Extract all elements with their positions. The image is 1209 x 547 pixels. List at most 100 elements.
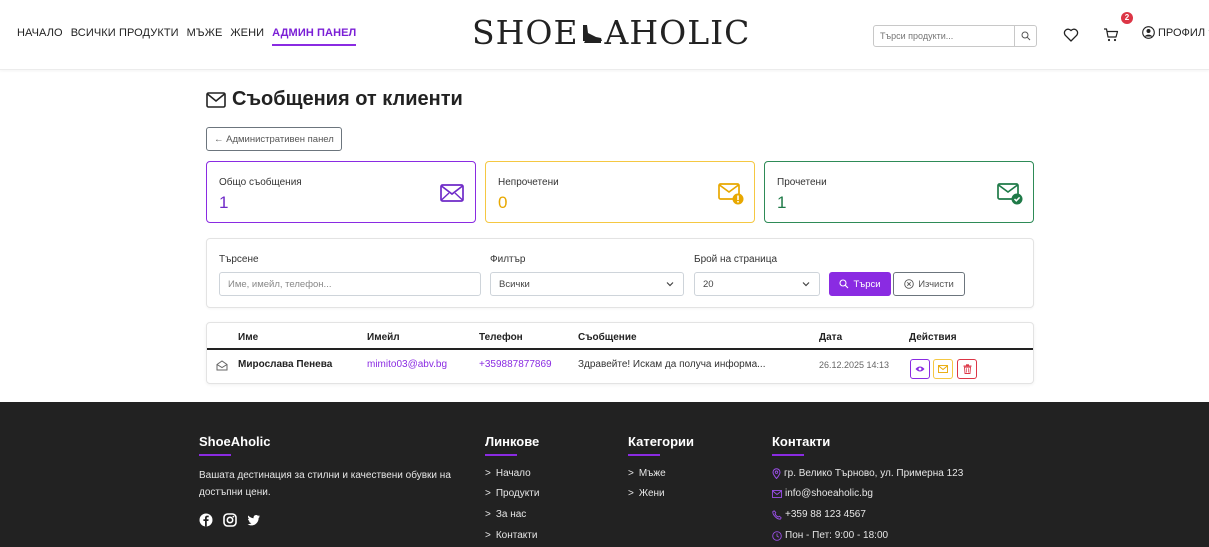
chevron-right-icon: >: [485, 530, 491, 541]
stat-total-label: Общо съобщения: [219, 177, 302, 188]
search-button-label: Търси: [853, 278, 881, 290]
envelope-icon: [440, 184, 464, 202]
th-actions: Действия: [909, 332, 957, 343]
envelope-open-icon: [216, 360, 228, 371]
clear-button[interactable]: Изчисти: [893, 272, 965, 296]
site-footer: ShoeAholic Вашата дестинация за стилни и…: [0, 402, 1209, 547]
map-pin-icon: [772, 468, 781, 479]
nav-link-men[interactable]: МЪЖЕ: [187, 27, 223, 46]
footer-phone[interactable]: +359 88 123 4567: [772, 509, 866, 520]
footer-email[interactable]: info@shoeaholic.bg: [772, 488, 873, 499]
filter-select[interactable]: Всички: [490, 272, 684, 296]
table-header: Име Имейл Телефон Съобщение Дата Действи…: [207, 323, 1033, 350]
footer-category-women-label: Жени: [638, 488, 665, 499]
page-title-text: Съобщения от клиенти: [232, 88, 463, 110]
chevron-right-icon: >: [485, 509, 491, 520]
filter-panel: Търсене Име, имейл, телефон... Филтър Вс…: [206, 238, 1034, 308]
footer-link-products[interactable]: > Продукти: [485, 488, 539, 499]
top-navbar: НАЧАЛО ВСИЧКИ ПРОДУКТИ МЪЖЕ ЖЕНИ АДМИН П…: [0, 0, 1209, 70]
view-message-button[interactable]: [910, 359, 930, 379]
row-email[interactable]: mimito03@abv.bg: [367, 359, 447, 370]
footer-link-about-label: За нас: [495, 509, 527, 520]
messages-table: Име Имейл Телефон Съобщение Дата Действи…: [206, 322, 1034, 384]
cart-count-badge: 2: [1121, 12, 1133, 24]
profile-menu[interactable]: ПРОФИЛ: [1142, 26, 1209, 39]
search-button[interactable]: Търси: [829, 272, 891, 296]
footer-hours: Пон - Пет: 9:00 - 18:00: [772, 530, 888, 541]
row-message: Здравейте! Искам да получа информа...: [578, 359, 766, 370]
logo-text-right: AHOLIC: [604, 13, 751, 52]
chevron-right-icon: >: [628, 488, 634, 499]
footer-brand-text-2: достъпни цени.: [199, 487, 271, 498]
back-to-admin-button[interactable]: ← Административен панел: [206, 127, 342, 151]
stat-unread-label: Непрочетени: [498, 177, 559, 188]
logo-text-left: SHOE: [472, 13, 579, 52]
facebook-icon[interactable]: [199, 513, 213, 527]
clear-button-label: Изчисти: [918, 278, 954, 290]
footer-category-men[interactable]: > Мъже: [628, 468, 666, 479]
envelope-check-icon: [997, 183, 1023, 205]
stat-read-label: Прочетени: [777, 177, 827, 188]
th-email: Имейл: [367, 332, 400, 343]
per-page-select[interactable]: 20: [694, 272, 820, 296]
product-search-button[interactable]: [1014, 26, 1036, 46]
envelope-icon: [938, 365, 948, 373]
chevron-right-icon: >: [485, 468, 491, 479]
page-title: Съобщения от клиенти: [206, 88, 463, 111]
cart-icon[interactable]: [1103, 27, 1119, 43]
profile-label: ПРОФИЛ: [1158, 26, 1206, 39]
nav-link-women[interactable]: ЖЕНИ: [230, 27, 264, 46]
chevron-down-icon: [666, 282, 674, 287]
chevron-down-icon: [802, 282, 810, 287]
search-label: Търсене: [219, 254, 259, 265]
footer-category-women[interactable]: > Жени: [628, 488, 665, 499]
x-circle-icon: [904, 279, 914, 289]
footer-link-home[interactable]: > Начало: [485, 468, 531, 479]
footer-brand-title: ShoeAholic: [199, 434, 271, 456]
row-phone[interactable]: +359887877869: [479, 359, 552, 370]
footer-link-products-label: Продукти: [495, 488, 540, 499]
footer-link-contacts[interactable]: > Контакти: [485, 530, 537, 541]
footer-links-title: Линкове: [485, 434, 540, 456]
footer-link-contacts-label: Контакти: [495, 530, 538, 541]
filter-label: Филтър: [490, 254, 526, 265]
phone-icon: [772, 509, 782, 520]
mark-unread-button[interactable]: [933, 359, 953, 379]
envelope-exclamation-icon: [718, 183, 744, 205]
stat-read-value: 1: [777, 193, 787, 212]
instagram-icon[interactable]: [223, 513, 237, 527]
search-icon: [1021, 31, 1030, 41]
th-message: Съобщение: [578, 332, 637, 343]
twitter-icon[interactable]: [247, 513, 261, 527]
per-page-label: Брой на страница: [694, 254, 778, 265]
clock-icon: [772, 530, 782, 541]
footer-contacts-title: Контакти: [772, 434, 831, 456]
eye-icon: [915, 366, 925, 372]
envelope-icon: [772, 489, 782, 498]
footer-brand-text-1: Вашата дестинация за стилни и качествени…: [199, 470, 451, 481]
envelope-icon: [206, 91, 226, 108]
footer-phone-text: +359 88 123 4567: [785, 509, 866, 520]
filter-select-value: Всички: [499, 278, 530, 290]
th-phone: Телефон: [479, 332, 523, 343]
search-icon: [839, 279, 849, 289]
nav-link-admin-panel[interactable]: АДМИН ПАНЕЛ: [272, 27, 357, 46]
footer-link-about[interactable]: > За нас: [485, 509, 526, 520]
heart-icon[interactable]: [1063, 27, 1079, 43]
footer-category-men-label: Мъже: [638, 468, 666, 479]
nav-link-all-products[interactable]: ВСИЧКИ ПРОДУКТИ: [71, 27, 179, 46]
th-name: Име: [238, 332, 259, 343]
shoe-icon: [582, 24, 602, 43]
trash-icon: [963, 364, 971, 374]
footer-address-text: гр. Велико Търново, ул. Примерна 123: [784, 468, 964, 479]
product-search-input[interactable]: [874, 26, 1015, 46]
chevron-right-icon: >: [628, 468, 634, 479]
stat-card-unread: Непрочетени 0: [485, 161, 755, 223]
footer-address: гр. Велико Търново, ул. Примерна 123: [772, 468, 963, 479]
site-logo[interactable]: SHOE AHOLIC: [472, 13, 750, 52]
message-search-input[interactable]: Име, имейл, телефон...: [219, 272, 481, 296]
nav-link-home[interactable]: НАЧАЛО: [17, 27, 63, 46]
delete-message-button[interactable]: [957, 359, 977, 379]
th-date: Дата: [819, 332, 843, 343]
main-nav: НАЧАЛО ВСИЧКИ ПРОДУКТИ МЪЖЕ ЖЕНИ АДМИН П…: [17, 27, 364, 46]
